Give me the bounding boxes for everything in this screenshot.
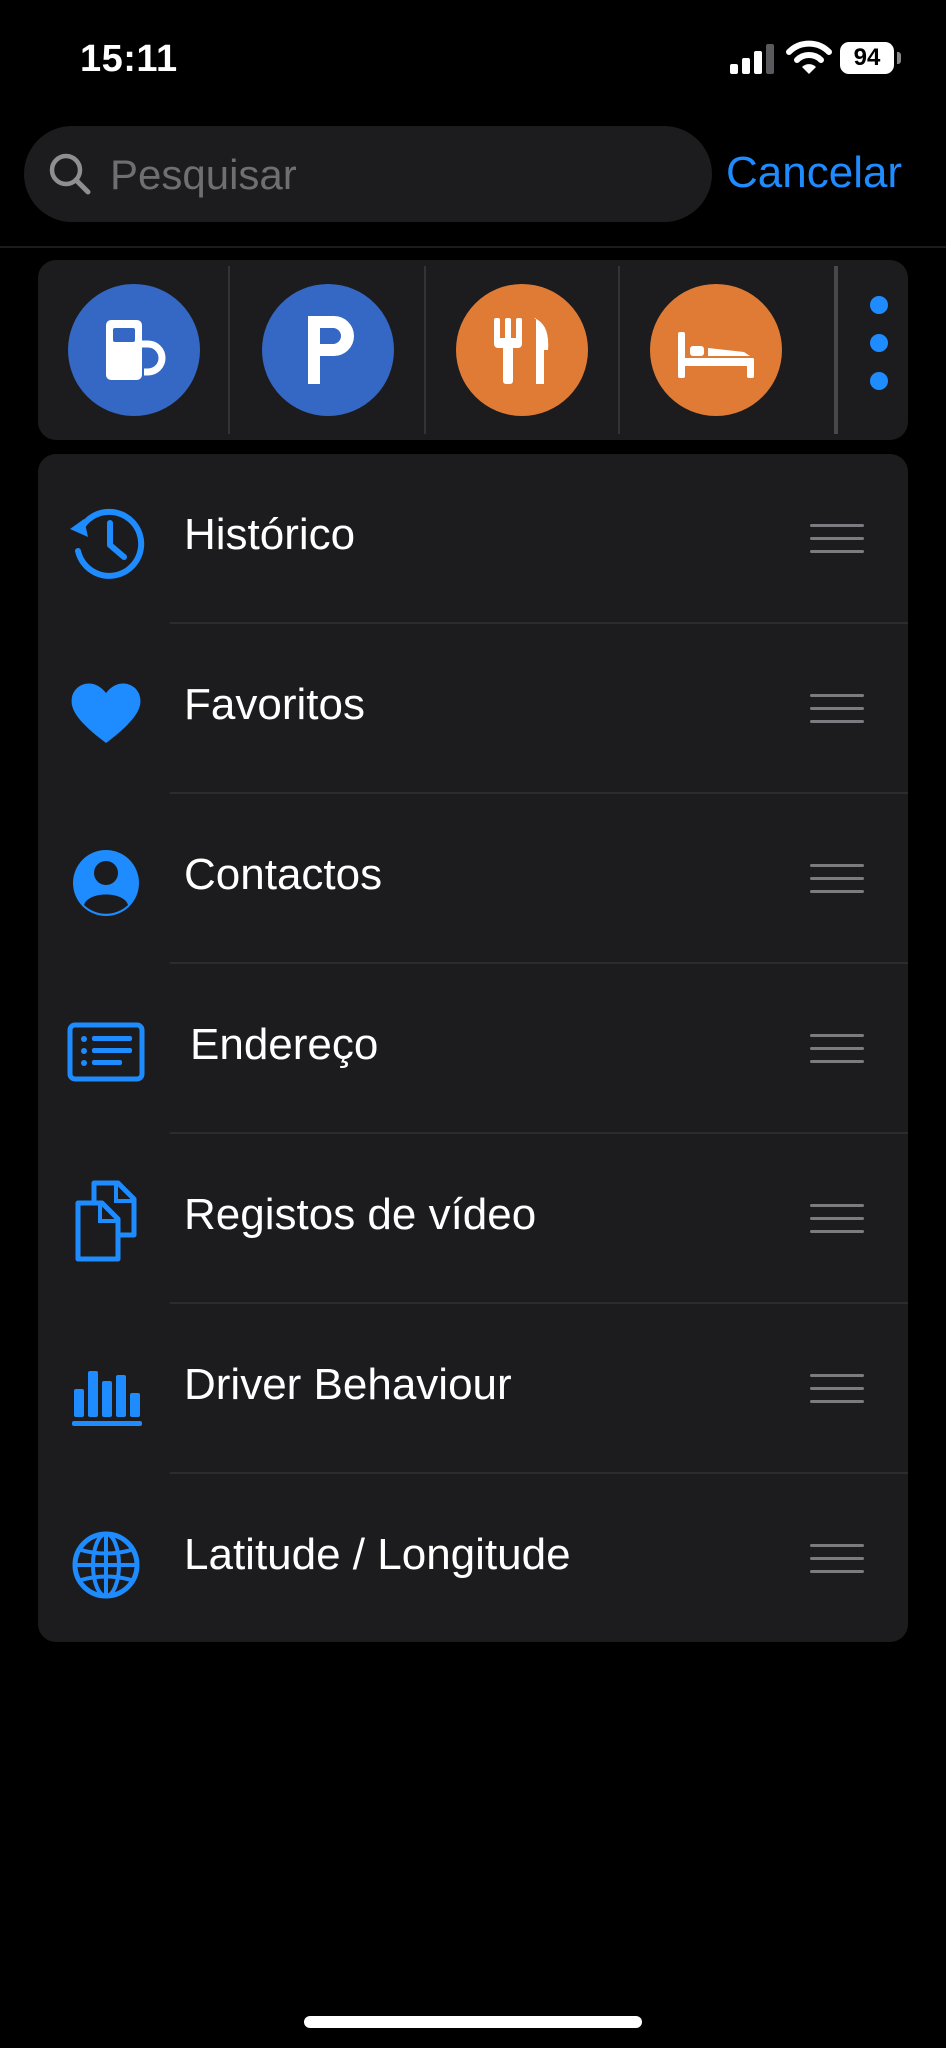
category-divider	[424, 266, 426, 434]
fuel-pump-icon	[106, 320, 166, 380]
more-dot	[870, 296, 888, 314]
status-bar: 15:11 94	[0, 0, 946, 118]
heart-icon	[71, 683, 141, 743]
drag-handle-icon[interactable]	[810, 1374, 864, 1404]
search-icon	[49, 153, 91, 195]
list-item-label: Driver Behaviour	[184, 1360, 512, 1409]
more-dot	[870, 334, 888, 352]
list-item-label: Contactos	[184, 850, 383, 899]
more-categories-button[interactable]	[864, 296, 894, 406]
category-shortcuts	[38, 260, 908, 440]
battery-indicator: 94	[840, 42, 902, 76]
list-item-label: Favoritos	[184, 680, 365, 729]
list-item-contacts[interactable]: Contactos	[38, 794, 908, 964]
list-item-driver-behaviour[interactable]: Driver Behaviour	[38, 1304, 908, 1474]
status-time: 15:11	[80, 38, 178, 80]
list-item-label: Registos de vídeo	[184, 1190, 537, 1239]
drag-handle-icon[interactable]	[810, 864, 864, 894]
category-parking-button[interactable]	[262, 284, 394, 416]
drag-handle-icon[interactable]	[810, 694, 864, 724]
category-hotel-button[interactable]	[650, 284, 782, 416]
wifi-icon	[786, 40, 832, 74]
list-item-lat-long[interactable]: Latitude / Longitude	[38, 1474, 908, 1644]
battery-level: 94	[840, 42, 894, 74]
search-input[interactable]	[108, 126, 692, 224]
list-item-label: Endereço	[190, 1020, 379, 1069]
drag-handle-icon[interactable]	[810, 1034, 864, 1064]
list-item-label: Histórico	[184, 510, 356, 559]
drag-handle-icon[interactable]	[810, 1204, 864, 1234]
battery-nub	[897, 52, 901, 64]
cellular-signal-icon	[730, 44, 774, 74]
history-clock-icon	[70, 508, 145, 579]
address-list-icon	[67, 1022, 145, 1082]
list-item-address[interactable]: Endereço	[38, 964, 908, 1134]
search-sources-list: Histórico Favoritos Contactos Endereço R…	[38, 454, 908, 1642]
list-item-favorites[interactable]: Favoritos	[38, 624, 908, 794]
globe-icon	[72, 1531, 140, 1599]
category-divider	[618, 266, 620, 434]
category-fuel-button[interactable]	[68, 284, 200, 416]
header-divider	[0, 246, 946, 248]
list-item-history[interactable]: Histórico	[38, 454, 908, 624]
restaurant-icon	[494, 318, 549, 384]
drag-handle-icon[interactable]	[810, 1544, 864, 1574]
hotel-bed-icon	[678, 332, 754, 378]
home-indicator[interactable]	[304, 2016, 642, 2028]
list-item-video-records[interactable]: Registos de vídeo	[38, 1134, 908, 1304]
documents-icon	[75, 1180, 137, 1262]
contact-person-icon	[73, 850, 139, 916]
cancel-button[interactable]: Cancelar	[726, 148, 902, 198]
search-field[interactable]	[24, 126, 712, 224]
bar-chart-icon	[72, 1371, 142, 1426]
category-divider	[228, 266, 230, 434]
drag-handle-icon[interactable]	[810, 524, 864, 554]
parking-icon	[308, 316, 354, 384]
category-divider	[834, 266, 838, 434]
category-restaurant-button[interactable]	[456, 284, 588, 416]
list-item-label: Latitude / Longitude	[184, 1530, 571, 1579]
more-dot	[870, 372, 888, 390]
